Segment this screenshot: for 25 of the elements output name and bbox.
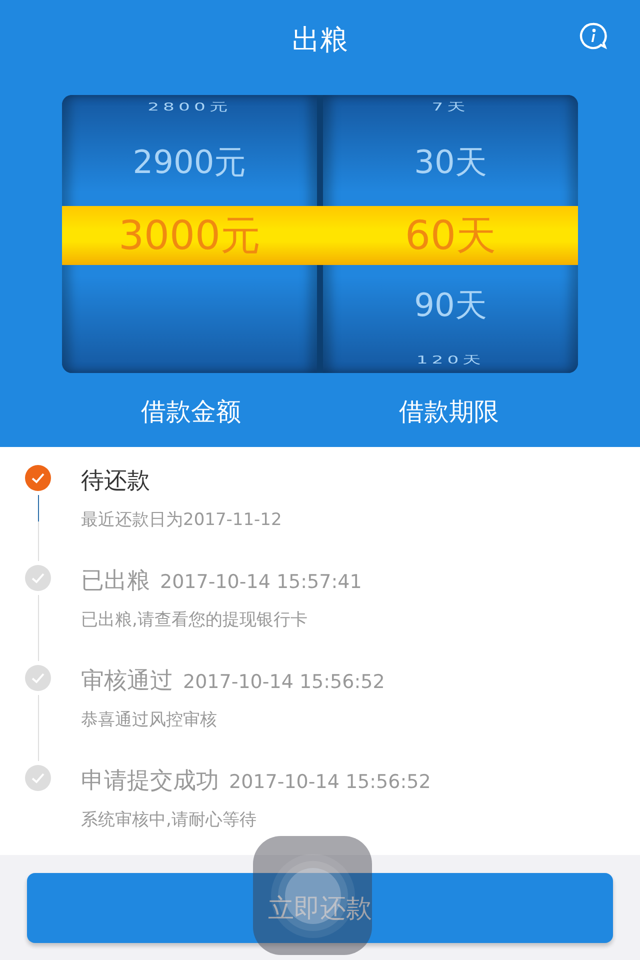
picker-option[interactable]: 7天 — [432, 100, 470, 114]
step-note: 已出粮,请查看您的提现银行卡 — [81, 609, 308, 631]
picker-option[interactable]: 60天 — [405, 208, 496, 263]
picker-label: 借款金额 — [141, 396, 241, 428]
picker-option[interactable]: 2800元 — [148, 100, 232, 114]
picker-option[interactable]: 90天 — [414, 284, 487, 328]
assistive-touch-button[interactable] — [253, 836, 372, 955]
step-title: 申请提交成功 — [81, 767, 219, 796]
step-time: 2017-10-14 15:56:52 — [229, 771, 431, 793]
picker-label: 借款期限 — [399, 396, 499, 428]
page-title: 出粮 — [292, 22, 348, 58]
step-note: 系统审核中,请耐心等待 — [81, 809, 258, 831]
step-time: 2017-10-14 15:57:41 — [160, 571, 362, 593]
repay-button[interactable]: 立即还款 — [27, 873, 613, 943]
step-title: 审核通过 — [81, 667, 173, 696]
step-note: 最近还款日为2017-11-12 — [81, 509, 282, 531]
step-title: 已出粮 — [81, 567, 150, 596]
info-icon[interactable] — [579, 22, 607, 50]
step-note: 恭喜通过风控审核 — [81, 709, 218, 731]
picker-option[interactable]: 120天 — [416, 352, 485, 368]
picker-option[interactable]: 3000元 — [118, 208, 260, 263]
step-title: 待还款 — [81, 467, 150, 496]
picker-option[interactable]: 2900元 — [132, 140, 246, 184]
picker-option[interactable]: 30天 — [414, 140, 487, 184]
step-time: 2017-10-14 15:56:52 — [183, 671, 385, 693]
